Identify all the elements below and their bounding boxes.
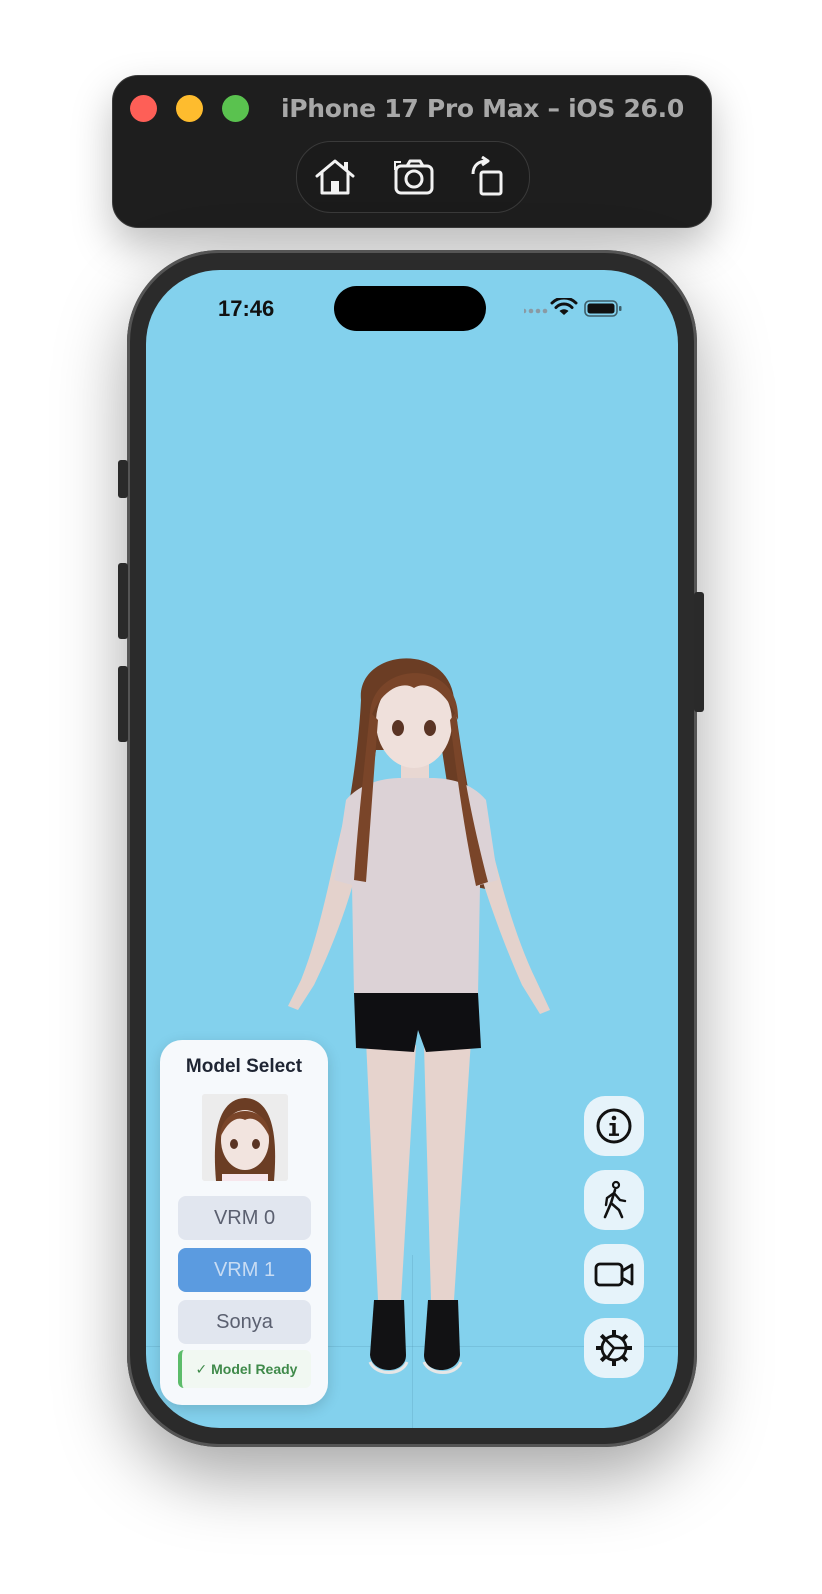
- status-icons: [521, 296, 634, 322]
- video-camera-icon: [594, 1262, 634, 1287]
- rotate-icon: [471, 155, 503, 196]
- action-button: [118, 460, 128, 498]
- minimize-window-button[interactable]: [176, 95, 203, 122]
- model-select-panel: Model Select VRM 0 VRM 1 Sonya ✓ Model R…: [160, 1040, 328, 1405]
- rotate-button[interactable]: [467, 155, 511, 198]
- volume-up-button: [118, 563, 128, 639]
- model-thumbnail: [202, 1094, 288, 1181]
- zoom-window-button[interactable]: [222, 95, 249, 122]
- model-option-vrm1[interactable]: VRM 1: [178, 1248, 311, 1292]
- wifi-icon: [550, 296, 578, 315]
- simulator-toolbar: [296, 141, 530, 213]
- close-window-button[interactable]: [130, 95, 157, 122]
- simulator-title-bar: iPhone 17 Pro Max – iOS 26.0: [112, 75, 712, 228]
- animation-button[interactable]: [584, 1170, 644, 1230]
- screenshot-button[interactable]: [393, 156, 437, 198]
- status-time: 17:46: [218, 296, 275, 321]
- home-icon: [315, 159, 355, 195]
- app-screen: 17:46 Model Select VRM 0 VRM 1 Sonya ✓ M…: [146, 270, 678, 1428]
- model-status-badge: ✓ Model Ready: [178, 1350, 311, 1388]
- simulator-title: iPhone 17 Pro Max – iOS 26.0: [281, 94, 684, 123]
- home-button[interactable]: [313, 156, 357, 198]
- panel-title: Model Select: [185, 1056, 303, 1077]
- walk-icon: [603, 1180, 627, 1219]
- info-icon: [596, 1108, 632, 1144]
- signal-icon: [521, 308, 548, 314]
- battery-icon: [584, 300, 622, 317]
- dynamic-island: [334, 286, 486, 331]
- model-option-vrm0[interactable]: VRM 0: [178, 1196, 311, 1240]
- model-option-sonya[interactable]: Sonya: [178, 1300, 311, 1344]
- camera-button[interactable]: [584, 1244, 644, 1304]
- volume-down-button: [118, 666, 128, 742]
- screenshot-icon: [394, 159, 434, 195]
- settings-button[interactable]: [584, 1318, 644, 1378]
- power-button: [694, 592, 704, 712]
- settings-gear-icon: [596, 1330, 632, 1366]
- info-button[interactable]: [584, 1096, 644, 1156]
